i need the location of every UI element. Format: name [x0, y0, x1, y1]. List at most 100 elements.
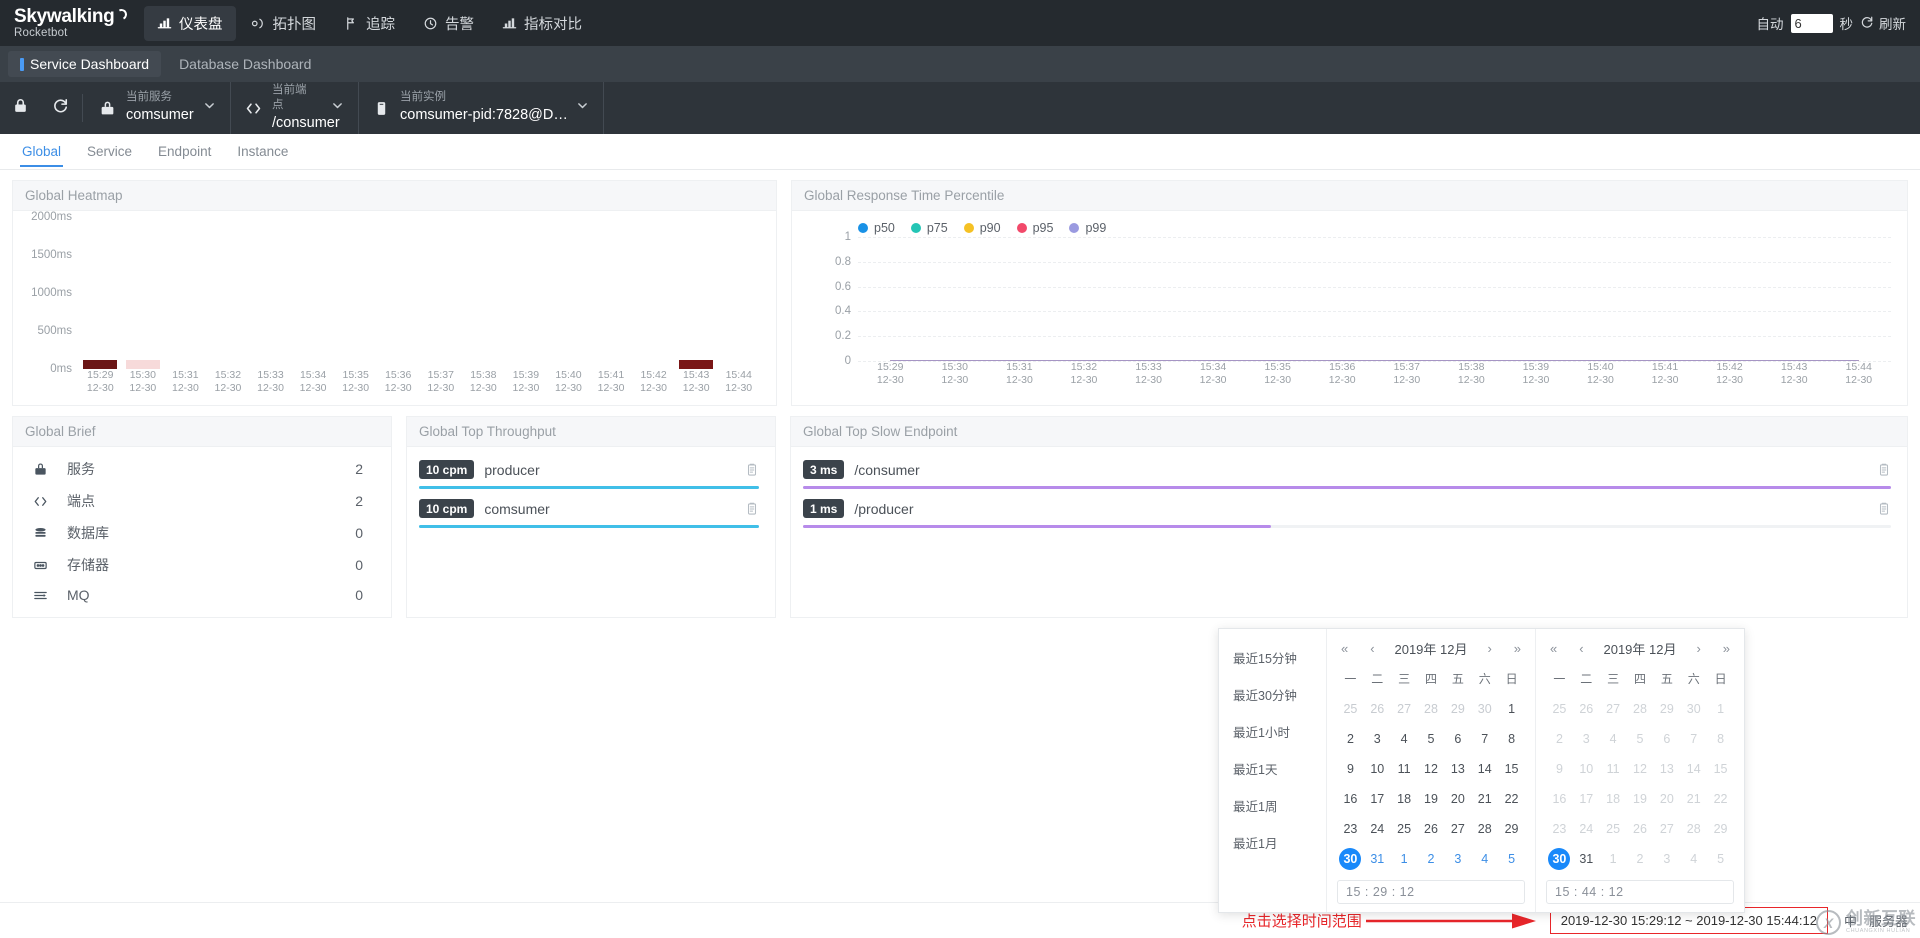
calendar-day[interactable]: 19 [1418, 784, 1445, 814]
calendar-day[interactable]: 1 [1498, 694, 1525, 724]
reload-button[interactable] [40, 82, 80, 134]
calendar-day[interactable]: 6 [1444, 724, 1471, 754]
nav-item-topology[interactable]: 拓扑图 [238, 6, 330, 41]
calendar-day[interactable]: 31 [1573, 844, 1600, 874]
calendar-day[interactable]: 3 [1364, 724, 1391, 754]
current-endpoint-selector[interactable]: 当前端点 /consumer [231, 82, 359, 134]
double-chevron-left-icon[interactable]: « [1548, 641, 1559, 656]
calendar-day[interactable]: 28 [1418, 694, 1445, 724]
calendar-day[interactable]: 30 [1546, 844, 1573, 874]
calendar-start-time[interactable]: 15 : 29 : 12 [1337, 880, 1525, 904]
refresh-interval-input[interactable] [1790, 13, 1833, 33]
calendar-day[interactable]: 22 [1498, 784, 1525, 814]
tab-global[interactable]: Global [12, 138, 71, 167]
calendar-day[interactable]: 18 [1391, 784, 1418, 814]
calendar-day[interactable]: 29 [1444, 694, 1471, 724]
current-instance-selector[interactable]: 当前实例 comsumer-pid:7828@DESKTO... [359, 82, 604, 134]
calendar-day[interactable]: 3 [1444, 844, 1471, 874]
refresh-button[interactable]: 刷新 [1860, 13, 1906, 33]
nav-item-alarm[interactable]: 告警 [410, 6, 487, 41]
double-chevron-left-icon[interactable]: « [1339, 641, 1350, 656]
calendar-day[interactable]: 21 [1471, 784, 1498, 814]
calendar-day[interactable]: 30 [1471, 694, 1498, 724]
calendar-day[interactable]: 26 [1364, 694, 1391, 724]
tab-database-dashboard[interactable]: Database Dashboard [167, 51, 323, 77]
calendar-day[interactable]: 2 [1337, 724, 1364, 754]
calendar-day[interactable]: 23 [1337, 814, 1364, 844]
heatmap-cell[interactable] [83, 360, 118, 369]
calendar-day[interactable]: 12 [1418, 754, 1445, 784]
heatmap-cell[interactable] [125, 360, 161, 369]
calendar-day[interactable]: 26 [1418, 814, 1445, 844]
calendar-end-time[interactable]: 15 : 44 : 12 [1546, 880, 1734, 904]
server-label[interactable]: 服务器 [1869, 911, 1908, 930]
date-shortcut[interactable]: 最近30分钟 [1219, 676, 1326, 713]
calendar-day[interactable]: 15 [1498, 754, 1525, 784]
calendar-day[interactable]: 14 [1471, 754, 1498, 784]
calendar-day[interactable]: 4 [1391, 724, 1418, 754]
heatmap-cell[interactable] [678, 360, 714, 369]
date-shortcut[interactable]: 最近15分钟 [1219, 639, 1326, 676]
copy-icon[interactable] [1877, 502, 1891, 516]
percentile-plot-area[interactable]: 0 0.2 0.4 0.6 0.8 1 [835, 231, 1891, 367]
calendar-day[interactable]: 25 [1337, 694, 1364, 724]
double-chevron-right-icon[interactable]: » [1512, 641, 1523, 656]
auto-refresh-toggle[interactable]: 自动 [1757, 13, 1784, 33]
tab-service[interactable]: Service [77, 138, 142, 166]
calendar-day[interactable]: 30 [1337, 844, 1364, 874]
calendar-day[interactable]: 7 [1471, 724, 1498, 754]
copy-icon[interactable] [745, 463, 759, 477]
tab-endpoint[interactable]: Endpoint [148, 138, 221, 166]
legend-item-p99[interactable]: p99 [1069, 221, 1106, 235]
calendar-day[interactable]: 24 [1364, 814, 1391, 844]
date-shortcut[interactable]: 最近1月 [1219, 824, 1326, 861]
calendar-day[interactable]: 31 [1364, 844, 1391, 874]
calendar-day[interactable]: 20 [1444, 784, 1471, 814]
current-service-selector[interactable]: 当前服务 comsumer [85, 82, 231, 134]
date-shortcut[interactable]: 最近1小时 [1219, 713, 1326, 750]
calendar-day[interactable]: 10 [1364, 754, 1391, 784]
legend-item-p75[interactable]: p75 [910, 221, 948, 235]
calendar-day[interactable]: 9 [1337, 754, 1364, 784]
chevron-left-icon[interactable]: ‹ [1368, 641, 1376, 656]
calendar-day[interactable]: 25 [1391, 814, 1418, 844]
legend-item-p95[interactable]: p95 [1016, 221, 1053, 235]
chevron-left-icon[interactable]: ‹ [1577, 641, 1585, 656]
nav-item-compare[interactable]: 指标对比 [489, 6, 595, 41]
calendar-day[interactable]: 27 [1391, 694, 1418, 724]
bar-list-item[interactable]: 10 cpm producer [417, 453, 765, 492]
legend-item-p90[interactable]: p90 [963, 221, 1001, 235]
calendar-day[interactable]: 5 [1418, 724, 1445, 754]
calendar-day[interactable]: 8 [1498, 724, 1525, 754]
chevron-right-icon[interactable]: › [1694, 641, 1702, 656]
calendar-day[interactable]: 28 [1471, 814, 1498, 844]
global-percentile-body[interactable]: p50 p75 p90 p95 p99 0 0.2 0.4 0.6 0.8 1 15:29 12-3… [792, 211, 1907, 397]
double-chevron-right-icon[interactable]: » [1721, 641, 1732, 656]
chevron-right-icon[interactable]: › [1485, 641, 1493, 656]
date-shortcut[interactable]: 最近1周 [1219, 787, 1326, 824]
copy-icon[interactable] [1877, 463, 1891, 477]
tab-instance[interactable]: Instance [227, 138, 298, 166]
date-shortcut[interactable]: 最近1天 [1219, 750, 1326, 787]
date-range-picker[interactable]: 最近15分钟 最近30分钟 最近1小时 最近1天 最近1周 最近1月 « ‹ 2019年 … [1218, 628, 1745, 913]
heatmap-plot-area[interactable]: 0ms 500ms 1000ms 1500ms 2000ms [31, 211, 760, 375]
lock-button[interactable] [0, 82, 40, 134]
calendar-day[interactable]: 29 [1498, 814, 1525, 844]
calendar-day[interactable]: 2 [1418, 844, 1445, 874]
nav-item-dashboard[interactable]: 仪表盘 [144, 5, 236, 41]
calendar-day[interactable]: 27 [1444, 814, 1471, 844]
bar-list-item[interactable]: 10 cpm comsumer [417, 492, 765, 531]
tab-service-dashboard[interactable]: Service Dashboard [8, 51, 162, 77]
calendar-day[interactable]: 17 [1364, 784, 1391, 814]
calendar-day[interactable]: 16 [1337, 784, 1364, 814]
calendar-day[interactable]: 13 [1444, 754, 1471, 784]
language-switch[interactable]: 中 [1844, 911, 1857, 930]
calendar-day[interactable]: 1 [1391, 844, 1418, 874]
calendar-day[interactable]: 4 [1471, 844, 1498, 874]
legend-item-p50[interactable]: p50 [858, 221, 895, 235]
bar-list-item[interactable]: 3 ms/consumer [801, 453, 1897, 492]
global-heatmap-body[interactable]: 0ms 500ms 1000ms 1500ms 2000ms 15:29 12-30 15:… [13, 211, 776, 405]
copy-icon[interactable] [745, 502, 759, 516]
nav-item-trace[interactable]: 追踪 [331, 6, 408, 41]
calendar-day[interactable]: 11 [1391, 754, 1418, 784]
